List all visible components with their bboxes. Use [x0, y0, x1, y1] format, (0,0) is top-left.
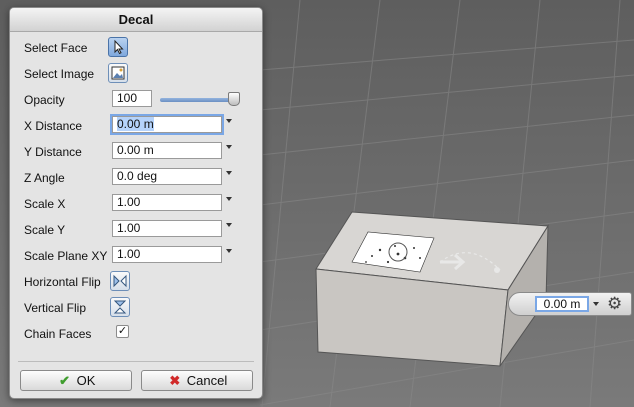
scale-y-input[interactable]: 1.00: [112, 220, 222, 237]
row-chain-faces: Chain Faces ✓: [10, 322, 262, 346]
dialog-title: Decal: [10, 8, 262, 32]
row-scale-plane-xy: Scale Plane XY 1.00: [10, 244, 262, 268]
x-distance-value: 0.00 m: [117, 117, 154, 131]
image-icon: [111, 66, 125, 80]
scale-x-label: Scale X: [24, 197, 66, 211]
3d-box: [315, 211, 549, 367]
z-angle-label: Z Angle: [24, 171, 65, 185]
vertical-flip-label: Vertical Flip: [24, 301, 87, 315]
row-scale-y: Scale Y 1.00: [10, 218, 262, 242]
cross-icon: ✖: [169, 373, 181, 388]
chain-faces-label: Chain Faces: [24, 327, 92, 341]
x-distance-label: X Distance: [24, 119, 83, 133]
chevron-down-icon[interactable]: [226, 119, 232, 123]
horizontal-flip-icon: [113, 274, 127, 288]
select-image-label: Select Image: [24, 67, 95, 81]
x-distance-input[interactable]: 0.00 m: [110, 114, 224, 135]
chevron-down-icon[interactable]: [226, 171, 232, 175]
cancel-label: Cancel: [186, 373, 228, 388]
y-distance-label: Y Distance: [24, 145, 82, 159]
ok-label: OK: [76, 373, 96, 388]
row-y-distance: Y Distance 0.00 m: [10, 140, 262, 164]
chain-faces-checkbox[interactable]: ✓: [116, 325, 129, 338]
row-scale-x: Scale X 1.00: [10, 192, 262, 216]
floating-distance-input[interactable]: 0.00 m: [535, 296, 589, 312]
gear-icon[interactable]: ⚙: [607, 295, 622, 313]
opacity-slider-thumb[interactable]: [228, 92, 240, 106]
opacity-input[interactable]: 100: [112, 90, 152, 107]
chevron-down-icon[interactable]: [226, 223, 232, 227]
scale-y-label: Scale Y: [24, 223, 66, 237]
opacity-slider-track[interactable]: [160, 98, 234, 102]
check-icon: ✔: [59, 373, 71, 388]
z-angle-input[interactable]: 0.0 deg: [112, 168, 222, 185]
row-z-angle: Z Angle 0.0 deg: [10, 166, 262, 190]
chevron-down-icon[interactable]: [593, 302, 599, 306]
ok-button[interactable]: ✔ OK: [20, 370, 132, 391]
divider: [18, 361, 254, 362]
chevron-down-icon[interactable]: [226, 197, 232, 201]
row-x-distance: X Distance 0.00 m: [10, 114, 262, 138]
chevron-down-icon[interactable]: [226, 145, 232, 149]
row-select-face: Select Face: [10, 36, 262, 60]
scale-plane-xy-input[interactable]: 1.00: [112, 246, 222, 263]
scale-plane-xy-label: Scale Plane XY: [24, 249, 108, 263]
horizontal-flip-button[interactable]: [110, 271, 130, 291]
y-distance-input[interactable]: 0.00 m: [112, 142, 222, 159]
row-horizontal-flip: Horizontal Flip: [10, 270, 262, 294]
horizontal-flip-label: Horizontal Flip: [24, 275, 101, 289]
select-face-button[interactable]: [108, 37, 128, 57]
vertical-flip-button[interactable]: [110, 297, 130, 317]
floating-distance-editor: 0.00 m ⚙: [508, 292, 632, 316]
row-vertical-flip: Vertical Flip: [10, 296, 262, 320]
vertical-flip-icon: [113, 300, 127, 314]
opacity-label: Opacity: [24, 93, 65, 107]
cancel-button[interactable]: ✖ Cancel: [141, 370, 253, 391]
cursor-arrow-icon: [114, 39, 124, 55]
chevron-down-icon[interactable]: [226, 249, 232, 253]
row-opacity: Opacity 100: [10, 88, 262, 112]
select-face-label: Select Face: [24, 41, 88, 55]
scale-x-input[interactable]: 1.00: [112, 194, 222, 211]
row-select-image: Select Image: [10, 62, 262, 86]
select-image-button[interactable]: [108, 63, 128, 83]
decal-dialog: Decal Select Face Select Image Opacity 1…: [9, 7, 263, 399]
